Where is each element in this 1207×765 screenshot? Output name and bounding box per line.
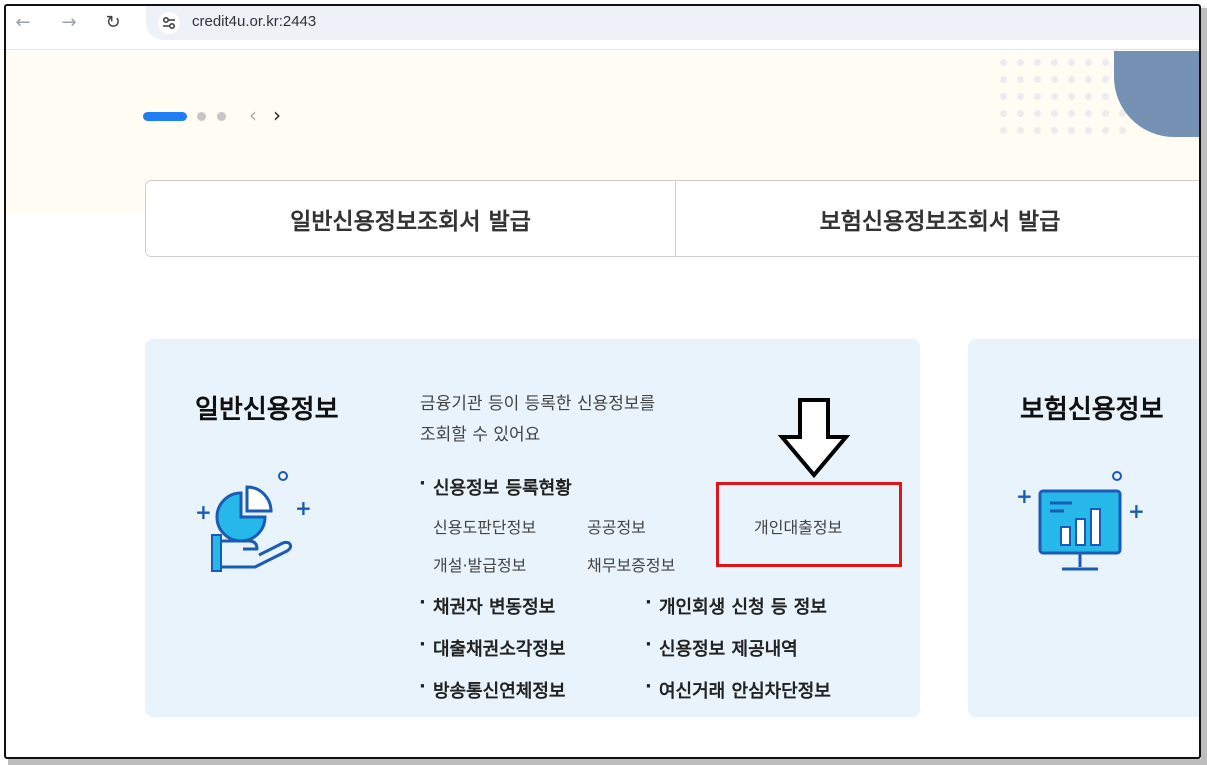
description-line: 조회할 수 있어요: [420, 425, 541, 445]
general-report-issue-button[interactable]: 일반신용정보조회서 발급: [146, 181, 675, 256]
loan-claim-cancellation-link[interactable]: 대출채권소각정보: [419, 634, 566, 661]
decorative-dot: [1017, 76, 1024, 83]
monitor-chart-icon: + +: [1016, 471, 1145, 571]
decorative-dot: [1068, 93, 1075, 100]
carousel-indicator-active[interactable]: [143, 112, 187, 121]
credit-safe-block-link[interactable]: 여신거래 안심차단정보: [645, 676, 831, 703]
frame-shadow: [1201, 8, 1207, 765]
carousel-indicator[interactable]: [197, 112, 206, 121]
decorative-dot: [1051, 110, 1058, 117]
decorative-dot: [1034, 59, 1041, 66]
credit-judgment-info-link[interactable]: 신용도판단정보: [433, 514, 536, 538]
credit-info-provision-link[interactable]: 신용정보 제공내역: [645, 634, 798, 661]
opening-issuance-info-link[interactable]: 개설·발급정보: [433, 552, 526, 576]
decorative-dot: [1034, 93, 1041, 100]
decorative-dot: [1102, 76, 1109, 83]
creditor-change-info-link[interactable]: 채권자 변동정보: [419, 592, 555, 619]
decorative-dot: [1085, 127, 1092, 134]
screenshot-frame: ← → ↻ credit4u.or.kr:2443 ‹ › 일반신용정보조회서 …: [0, 0, 1207, 765]
decorative-dot: [1085, 59, 1092, 66]
browser-toolbar: ← → ↻ credit4u.or.kr:2443: [6, 6, 1206, 50]
description-line: 금융기관 등이 등록한 신용정보를: [420, 394, 656, 414]
decorative-dot: [1017, 127, 1024, 134]
carousel-next-icon[interactable]: ›: [273, 105, 281, 125]
public-info-link[interactable]: 공공정보: [587, 514, 646, 538]
svg-text:+: +: [1128, 499, 1145, 523]
url-text[interactable]: credit4u.or.kr:2443: [192, 13, 316, 30]
insurance-report-issue-button[interactable]: 보험신용정보조회서 발급: [675, 181, 1204, 256]
decorative-dots: [1000, 59, 1130, 139]
decorative-dot: [1051, 93, 1058, 100]
debt-guarantee-info-link[interactable]: 채무보증정보: [587, 552, 675, 576]
decorative-dot: [1085, 93, 1092, 100]
rehabilitation-application-link[interactable]: 개인회생 신청 등 정보: [645, 592, 827, 619]
highlight-annotation-box: [716, 482, 902, 567]
carousel-indicator[interactable]: [217, 112, 226, 121]
decorative-dot: [1000, 110, 1007, 117]
decorative-dot: [1051, 59, 1058, 66]
general-credit-description: 금융기관 등이 등록한 신용정보를 조회할 수 있어요: [420, 389, 720, 451]
decorative-dot: [1034, 110, 1041, 117]
frame-shadow: [8, 759, 1207, 765]
reload-icon[interactable]: ↻: [102, 12, 124, 34]
decorative-dot: [1102, 59, 1109, 66]
decorative-dot: [1000, 127, 1007, 134]
decorative-dot: [1051, 76, 1058, 83]
decorative-dot: [1017, 110, 1024, 117]
decorative-dot: [1068, 76, 1075, 83]
insurance-credit-card: 보험신용정보 + +: [968, 339, 1207, 717]
decorative-dot: [1102, 127, 1109, 134]
carousel-prev-icon[interactable]: ‹: [249, 105, 257, 125]
decorative-dot: [1102, 93, 1109, 100]
svg-text:+: +: [1016, 484, 1033, 508]
svg-text:+: +: [195, 500, 212, 524]
decorative-dot: [1034, 127, 1041, 134]
decorative-dot: [1085, 110, 1092, 117]
forward-icon[interactable]: →: [58, 12, 80, 34]
decorative-dot: [1068, 127, 1075, 134]
decorative-dot: [1000, 93, 1007, 100]
registration-status-link[interactable]: 신용정보 등록현황: [419, 473, 572, 500]
decorative-dot: [1051, 127, 1058, 134]
decorative-dot: [1085, 76, 1092, 83]
down-arrow-annotation-icon: [778, 398, 850, 479]
svg-text:+: +: [295, 496, 312, 520]
telecom-delinquency-link[interactable]: 방송통신연체정보: [419, 676, 566, 703]
decorative-dot: [1017, 59, 1024, 66]
decorative-dot: [1034, 76, 1041, 83]
insurance-credit-title: 보험신용정보: [1020, 395, 1164, 425]
address-bar[interactable]: credit4u.or.kr:2443: [146, 6, 1206, 40]
pie-chart-hand-icon: + +: [195, 471, 312, 572]
decorative-dot: [1119, 127, 1126, 134]
decorative-dot: [1102, 110, 1109, 117]
report-issue-buttons: 일반신용정보조회서 발급 보험신용정보조회서 발급: [145, 180, 1205, 257]
decorative-dot: [1068, 59, 1075, 66]
decorative-dot: [1068, 110, 1075, 117]
decorative-dot: [1017, 93, 1024, 100]
decorative-dot: [1000, 76, 1007, 83]
back-icon[interactable]: ←: [12, 12, 34, 34]
general-credit-title: 일반신용정보: [195, 395, 339, 425]
site-settings-icon[interactable]: [158, 12, 180, 34]
decorative-dot: [1000, 59, 1007, 66]
